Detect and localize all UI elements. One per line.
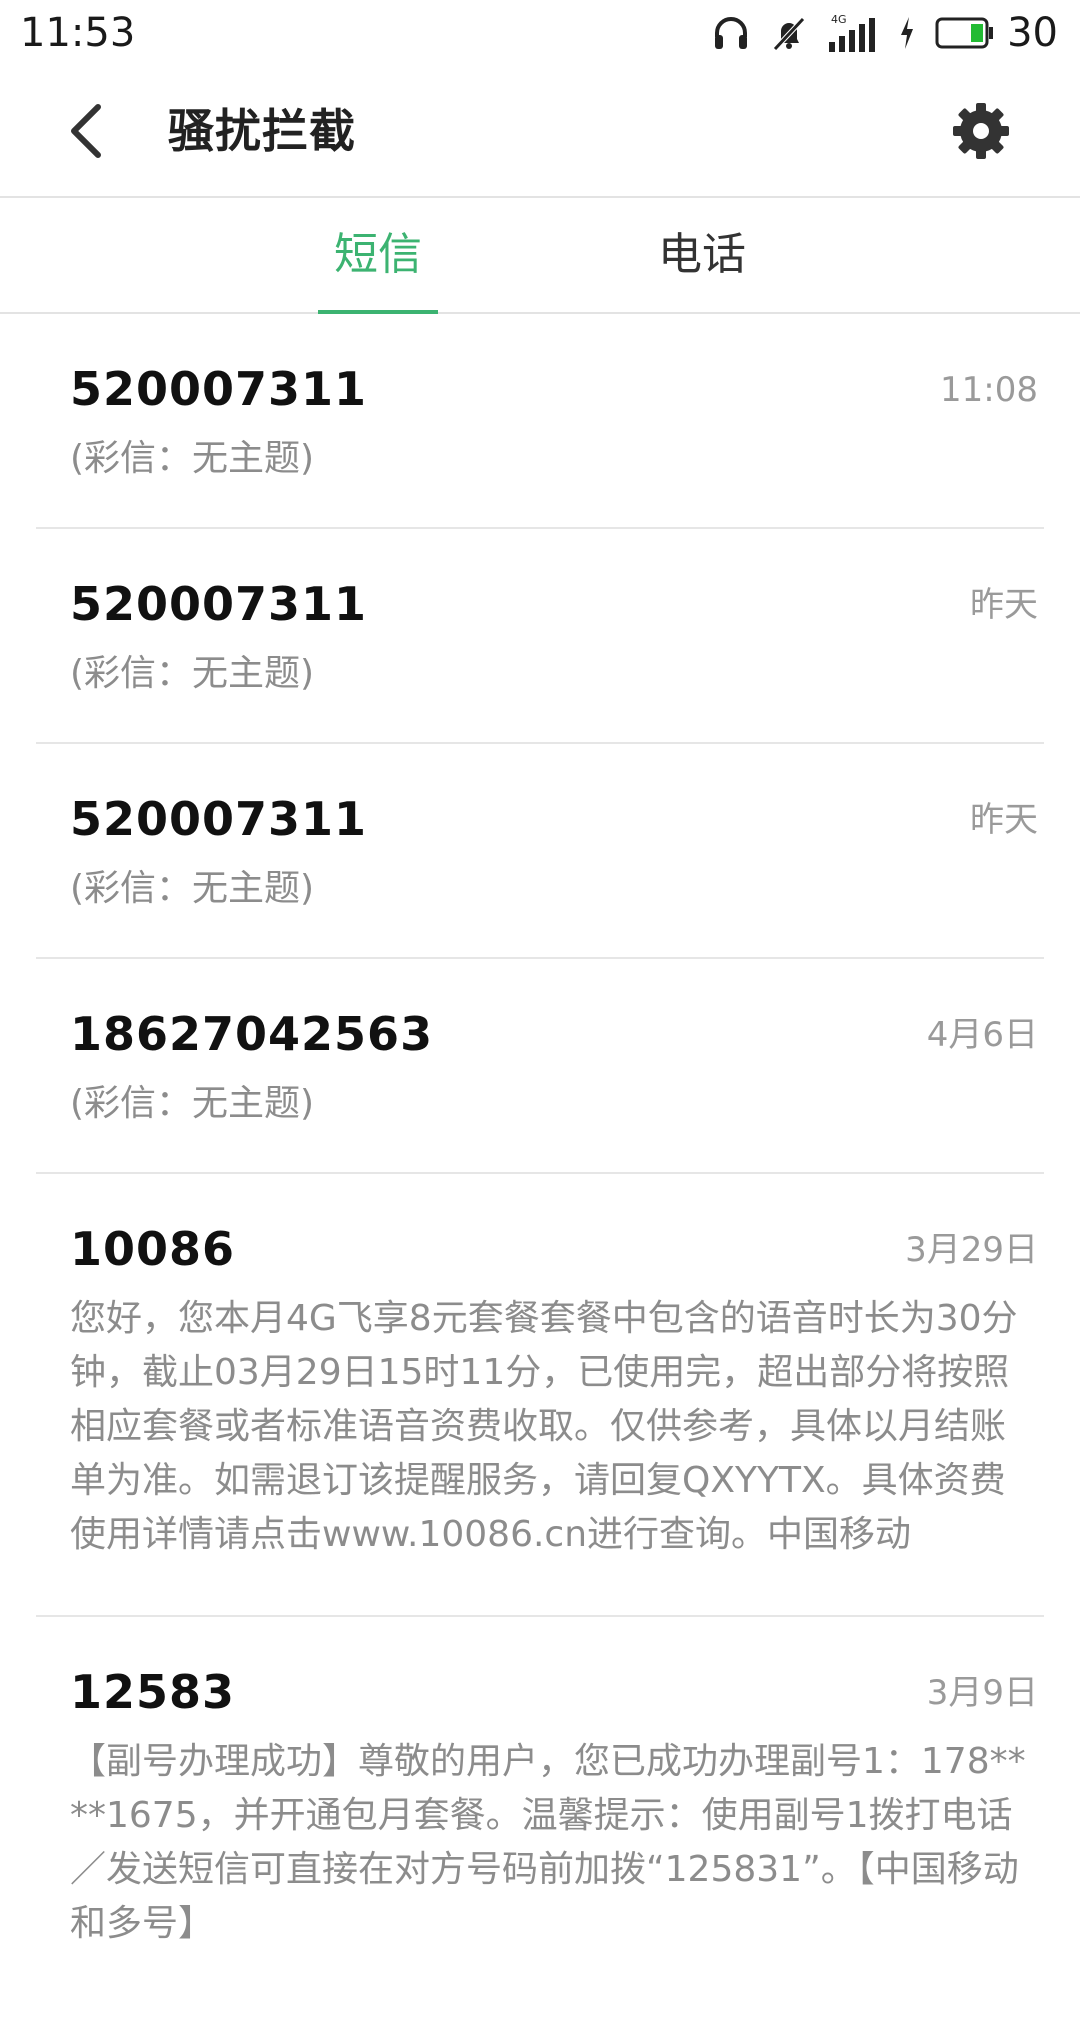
message-preview: 【副号办理成功】尊敬的用户，您已成功办理副号1：178****1675，并开通包… — [70, 1741, 1026, 1944]
gear-icon — [953, 103, 1009, 159]
app-bar: 骚扰拦截 — [0, 66, 1080, 198]
settings-button[interactable] — [948, 98, 1014, 164]
back-arrow-icon — [71, 104, 101, 158]
message-time: 11:08 — [940, 370, 1038, 410]
page-title: 骚扰拦截 — [168, 104, 356, 158]
back-button[interactable] — [56, 98, 116, 164]
message-sender: 18627042563 — [70, 1007, 434, 1061]
message-time: 3月9日 — [926, 1673, 1038, 1713]
status-icons: 4G 30 — [711, 6, 1058, 60]
message-preview: (彩信：无主题) — [70, 1083, 315, 1124]
mute-bell-icon — [769, 13, 809, 53]
svg-text:4G: 4G — [831, 13, 847, 26]
message-time: 4月6日 — [926, 1015, 1038, 1055]
status-bar: 11:53 4G 30 — [0, 0, 1080, 66]
list-item[interactable]: 10086 3月29日 您好，您本月4G飞享8元套餐套餐中包含的语音时长为30分… — [36, 1174, 1044, 1617]
message-list: 520007311 11:08 (彩信：无主题) 520007311 昨天 (彩… — [0, 314, 1080, 2017]
tab-calls[interactable]: 电话 — [642, 198, 762, 312]
message-time: 昨天 — [970, 585, 1038, 625]
message-sender: 520007311 — [70, 577, 368, 631]
battery-level: 30 — [1007, 10, 1058, 56]
message-preview: (彩信：无主题) — [70, 438, 315, 479]
message-time: 昨天 — [970, 800, 1038, 840]
charging-icon — [897, 13, 917, 53]
message-sender: 520007311 — [70, 792, 368, 846]
status-time: 11:53 — [20, 10, 136, 56]
message-time: 3月29日 — [905, 1230, 1038, 1270]
tab-bar: 短信 电话 — [0, 198, 1080, 314]
message-preview: (彩信：无主题) — [70, 868, 315, 909]
list-item[interactable]: 520007311 昨天 (彩信：无主题) — [36, 529, 1044, 744]
list-item[interactable]: 520007311 11:08 (彩信：无主题) — [36, 314, 1044, 529]
battery-icon — [935, 15, 995, 51]
message-sender: 10086 — [70, 1222, 236, 1276]
message-preview: 您好，您本月4G飞享8元套餐套餐中包含的语音时长为30分钟，截止03月29日15… — [70, 1298, 1018, 1555]
signal-4g-icon: 4G — [827, 12, 879, 54]
list-item[interactable]: 18627042563 4月6日 (彩信：无主题) — [36, 959, 1044, 1174]
tab-sms[interactable]: 短信 — [318, 198, 438, 312]
message-sender: 520007311 — [70, 362, 368, 416]
headphones-icon — [711, 13, 751, 53]
message-preview: (彩信：无主题) — [70, 653, 315, 694]
list-item[interactable]: 520007311 昨天 (彩信：无主题) — [36, 744, 1044, 959]
message-sender: 12583 — [70, 1665, 236, 1719]
list-item[interactable]: 12583 3月9日 【副号办理成功】尊敬的用户，您已成功办理副号1：178**… — [36, 1617, 1044, 2017]
